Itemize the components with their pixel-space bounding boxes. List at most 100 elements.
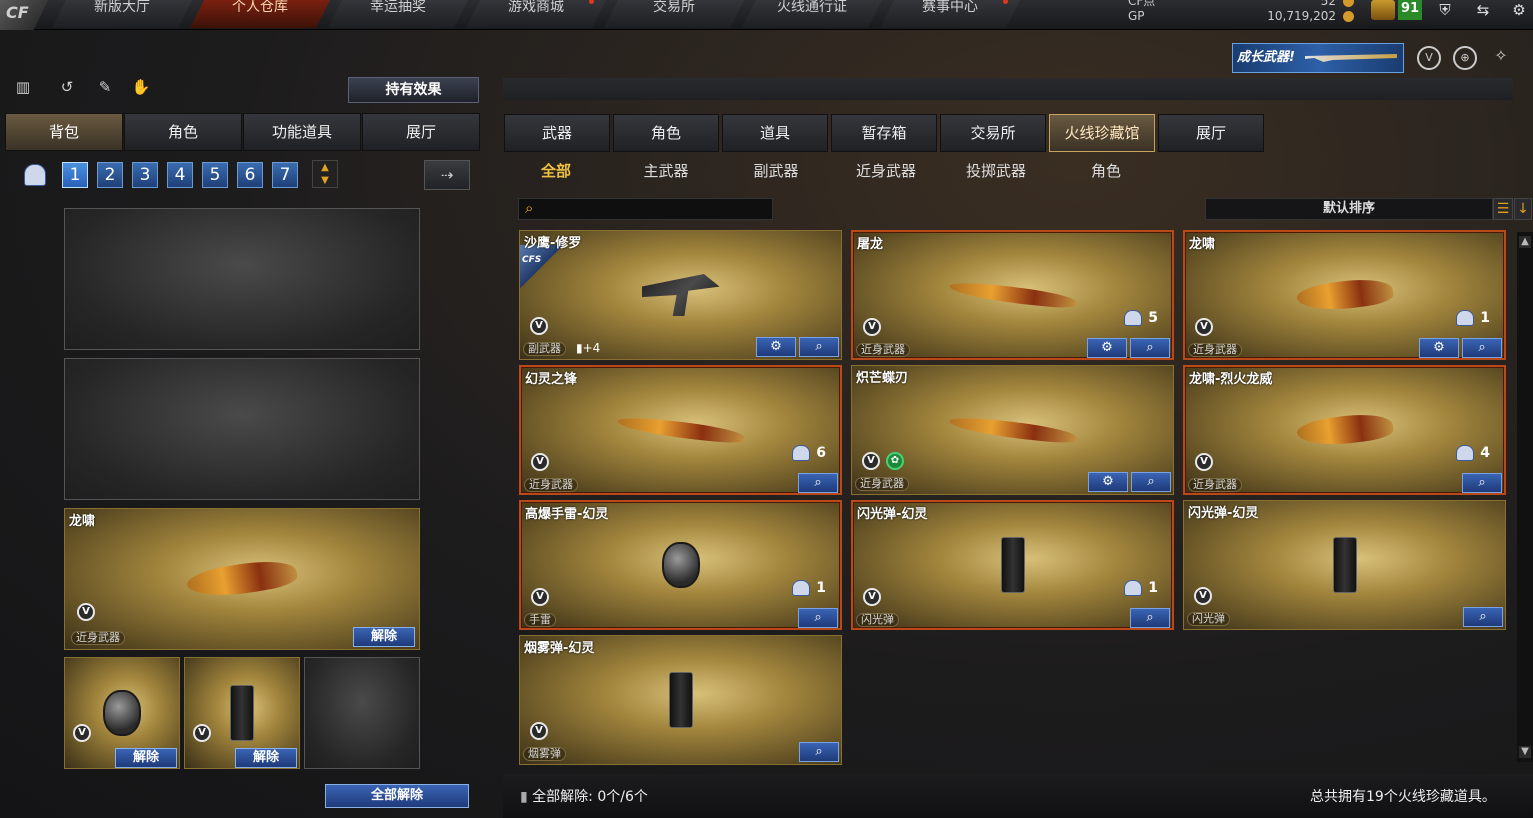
item-name: 闪光弹-幻灵: [857, 507, 928, 522]
item-category: 近身武器: [855, 477, 909, 491]
sub-tab-0[interactable]: 全部: [506, 160, 606, 182]
right-tab-4[interactable]: 交易所: [940, 114, 1046, 152]
flashbang-icon: [230, 685, 254, 741]
inspect-button[interactable]: ⌕: [798, 608, 838, 628]
backpack-icon: [792, 580, 811, 596]
right-tab-0[interactable]: 武器: [504, 114, 610, 152]
item-card[interactable]: 龙啸 V 近身武器 1 ⌕ ⚙: [1183, 230, 1506, 360]
sub-tab-4[interactable]: 投掷武器: [946, 160, 1046, 182]
item-card[interactable]: 烟雾弹-幻灵 V 烟雾弹 ⌕: [519, 635, 842, 765]
settings-gear-icon[interactable]: ⚙: [1506, 0, 1532, 22]
item-card[interactable]: 闪光弹-幻灵 V 闪光弹 ⌕: [1183, 500, 1506, 630]
item-name: 炽芒蝶刃: [856, 371, 909, 386]
growth-weapon-promo[interactable]: 成长武器!: [1232, 43, 1404, 73]
page-button-2[interactable]: 2: [97, 162, 123, 188]
item-card[interactable]: 高爆手雷-幻灵 V 手雷 1 ⌕: [519, 500, 842, 630]
left-tab-3[interactable]: 展厅: [362, 113, 480, 151]
stats-icon[interactable]: ▥: [12, 78, 34, 102]
inspect-button[interactable]: ⌕: [1462, 473, 1502, 493]
nav-tab-2[interactable]: 幸运抽奖: [328, 0, 468, 28]
page-button-3[interactable]: 3: [132, 162, 158, 188]
item-name: 高爆手雷-幻灵: [525, 507, 609, 522]
item-card[interactable]: 炽芒蝶刃 V ✿ 近身武器 ⌕ ⚙: [851, 365, 1174, 495]
crosshair-icon[interactable]: ⊕: [1453, 46, 1477, 70]
cf-points-label: CF点: [1128, 0, 1156, 8]
melee-release-button[interactable]: 解除: [353, 627, 415, 647]
glove-icon[interactable]: ✋: [130, 78, 152, 102]
inspect-button[interactable]: ⌕: [1462, 338, 1502, 358]
sort-dropdown[interactable]: 默认排序: [1205, 198, 1493, 220]
grenade-release-button[interactable]: 解除: [115, 748, 177, 768]
item-card[interactable]: CFS 沙鹰-修罗 V 副武器 ▮+4 ⌕ ⚙: [519, 230, 842, 360]
flash-release-button[interactable]: 解除: [235, 748, 297, 768]
right-tab-3[interactable]: 暂存箱: [831, 114, 937, 152]
page-button-1[interactable]: 1: [62, 162, 88, 188]
list-view-icon[interactable]: ☰: [1493, 198, 1513, 220]
page-button-6[interactable]: 6: [237, 162, 263, 188]
left-tab-0[interactable]: 背包: [5, 113, 123, 151]
scroll-down-icon[interactable]: ▼: [1519, 746, 1531, 758]
left-tab-2[interactable]: 功能道具: [243, 113, 361, 151]
scroll-up-icon[interactable]: ▲: [1519, 236, 1531, 248]
inspect-button[interactable]: ⌕: [798, 473, 838, 493]
right-tab-2[interactable]: 道具: [722, 114, 828, 152]
nav-tab-1[interactable]: 个人仓库: [190, 0, 330, 28]
right-tab-5[interactable]: 火线珍藏馆: [1049, 114, 1155, 152]
cf-logo[interactable]: CF: [0, 0, 48, 30]
inspect-button[interactable]: ⌕: [1130, 608, 1170, 628]
refresh-coin-icon[interactable]: [1343, 11, 1354, 22]
item-name: 幻灵之锋: [525, 372, 578, 387]
right-tab-1[interactable]: 角色: [613, 114, 719, 152]
sub-tab-1[interactable]: 主武器: [616, 160, 716, 182]
v-badge-icon: V: [77, 603, 95, 621]
secondary-weapon-slot[interactable]: [64, 358, 420, 500]
exit-icon[interactable]: ⇆: [1470, 0, 1496, 22]
item-card[interactable]: 幻灵之锋 V 近身武器 6 ⌕: [519, 365, 842, 495]
nav-tab-4[interactable]: 交易所: [604, 0, 744, 28]
page-button-5[interactable]: 5: [202, 162, 228, 188]
modify-button[interactable]: ⚙: [756, 337, 796, 357]
history-icon[interactable]: ↺: [56, 78, 78, 102]
inspect-button[interactable]: ⌕: [1463, 607, 1503, 627]
nav-tab-5[interactable]: 火线通行证: [742, 0, 882, 28]
item-count: 1: [1456, 308, 1490, 328]
bullet-icon[interactable]: ✎: [94, 78, 116, 102]
shield-icon[interactable]: ⛨: [1432, 0, 1458, 22]
release-all-button[interactable]: 全部解除: [325, 784, 469, 808]
modify-button[interactable]: ⚙: [1087, 338, 1127, 358]
sparkle-icon[interactable]: ✧: [1489, 46, 1513, 70]
flash-slot[interactable]: V 解除: [184, 657, 300, 769]
left-tab-1[interactable]: 角色: [124, 113, 242, 151]
inspect-button[interactable]: ⌕: [799, 742, 839, 762]
nav-tab-6[interactable]: 赛事中心: [880, 0, 1020, 28]
transfer-icon[interactable]: ⇢: [424, 160, 470, 190]
right-tab-6[interactable]: 展厅: [1158, 114, 1264, 152]
page-button-4[interactable]: 4: [167, 162, 193, 188]
inspect-button[interactable]: ⌕: [1130, 338, 1170, 358]
modify-button[interactable]: ⚙: [1419, 338, 1459, 358]
sort-direction-icon[interactable]: ↓: [1514, 198, 1532, 220]
v-emblem-icon[interactable]: V: [1417, 46, 1441, 70]
search-input[interactable]: ⌕: [518, 198, 773, 220]
primary-weapon-slot[interactable]: [64, 208, 420, 350]
page-button-7[interactable]: 7: [272, 162, 298, 188]
nav-tab-3[interactable]: 游戏商城: [466, 0, 606, 28]
rank-badge-icon[interactable]: [1371, 0, 1395, 20]
smoke-slot[interactable]: [304, 657, 420, 769]
melee-weapon-slot[interactable]: 龙啸 V 近身武器 解除: [64, 508, 420, 650]
nav-tab-0[interactable]: 新版大厅: [52, 0, 192, 28]
grenade-slot[interactable]: V 解除: [64, 657, 180, 769]
page-stepper[interactable]: ▲ ▼: [312, 160, 338, 188]
item-card[interactable]: 屠龙 V 近身武器 5 ⌕ ⚙: [851, 230, 1174, 360]
modify-button[interactable]: ⚙: [1088, 472, 1128, 492]
inspect-button[interactable]: ⌕: [1131, 472, 1171, 492]
item-card[interactable]: 闪光弹-幻灵 V 闪光弹 1 ⌕: [851, 500, 1174, 630]
item-category: 近身武器: [1188, 478, 1242, 492]
item-card[interactable]: 龙啸-烈火龙威 V 近身武器 4 ⌕: [1183, 365, 1506, 495]
item-scrollbar[interactable]: ▲ ▼: [1517, 232, 1533, 762]
inspect-button[interactable]: ⌕: [799, 337, 839, 357]
sub-tab-2[interactable]: 副武器: [726, 160, 826, 182]
sub-tab-3[interactable]: 近身武器: [836, 160, 936, 182]
sub-tab-5[interactable]: 角色: [1056, 160, 1156, 182]
hold-effects-button[interactable]: 持有效果: [348, 77, 479, 103]
